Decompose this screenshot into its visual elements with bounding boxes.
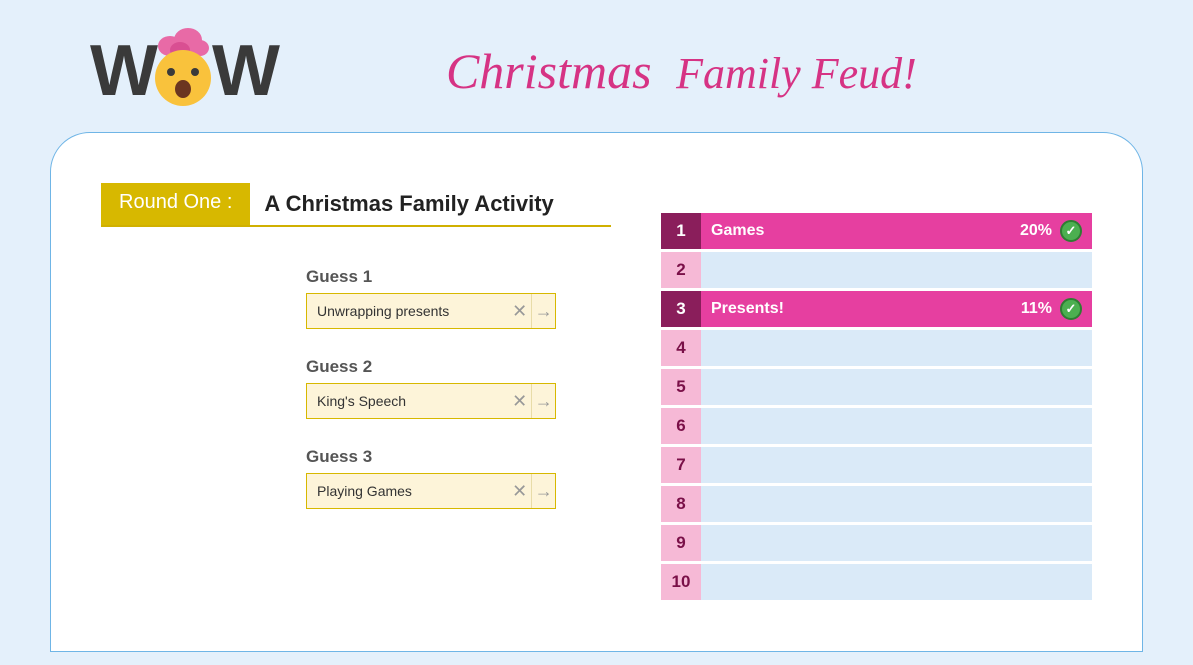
board-row-content — [701, 486, 1092, 522]
guess-input-row: ✕→ — [306, 473, 556, 509]
board-row-content — [701, 564, 1092, 600]
submit-arrow-icon[interactable]: → — [531, 294, 555, 328]
board-row[interactable]: 7 — [661, 447, 1092, 483]
submit-arrow-icon[interactable]: → — [531, 474, 555, 508]
guess-input-row: ✕→ — [306, 293, 556, 329]
board-row[interactable]: 3 Presents!11% ✓ — [661, 291, 1092, 327]
board-row-number: 4 — [661, 330, 701, 366]
round-prompt: A Christmas Family Activity — [250, 183, 567, 225]
wow-logo: W W — [90, 30, 276, 112]
board-answer: Games — [711, 222, 1020, 240]
header: W W Christmas Family Feud! — [0, 0, 1193, 122]
guess-1: Guess 1 ✕→ — [306, 267, 611, 329]
board-row-content — [701, 447, 1092, 483]
board-row-number: 7 — [661, 447, 701, 483]
guess-2: Guess 2 ✕→ — [306, 357, 611, 419]
right-panel: 1 Games20% ✓ 23 Presents!11% ✓ 45678910 — [611, 183, 1092, 611]
board-percent: 20% — [1020, 222, 1052, 240]
clear-icon[interactable]: ✕ — [508, 384, 531, 418]
guess-input-row: ✕→ — [306, 383, 556, 419]
left-panel: Round One : A Christmas Family Activity … — [101, 183, 611, 611]
logo-letter-w2: W — [212, 30, 276, 112]
board-row[interactable]: 9 — [661, 525, 1092, 561]
board-row[interactable]: 6 — [661, 408, 1092, 444]
answer-board: 1 Games20% ✓ 23 Presents!11% ✓ 45678910 — [661, 213, 1092, 600]
board-row-number: 6 — [661, 408, 701, 444]
board-row-number: 10 — [661, 564, 701, 600]
board-row-number: 2 — [661, 252, 701, 288]
board-row-number: 5 — [661, 369, 701, 405]
board-row-content — [701, 330, 1092, 366]
board-row-number: 3 — [661, 291, 701, 327]
board-row[interactable]: 4 — [661, 330, 1092, 366]
board-row[interactable]: 10 — [661, 564, 1092, 600]
round-badge: Round One : — [101, 183, 250, 225]
board-answer: Presents! — [711, 300, 1021, 318]
guess-label: Guess 3 — [306, 447, 611, 467]
board-row-content: Presents!11% ✓ — [701, 291, 1092, 327]
guess-input[interactable] — [307, 474, 508, 508]
game-card: Round One : A Christmas Family Activity … — [50, 132, 1143, 652]
submit-arrow-icon[interactable]: → — [531, 384, 555, 418]
board-row[interactable]: 5 — [661, 369, 1092, 405]
title-sub: Family Feud! — [676, 49, 917, 98]
checkmark-icon: ✓ — [1060, 298, 1082, 320]
board-row-content — [701, 408, 1092, 444]
clear-icon[interactable]: ✕ — [508, 474, 531, 508]
title-main: Christmas — [446, 43, 652, 99]
board-row-number: 8 — [661, 486, 701, 522]
guess-input[interactable] — [307, 384, 508, 418]
guess-3: Guess 3 ✕→ — [306, 447, 611, 509]
guess-label: Guess 2 — [306, 357, 611, 377]
board-row[interactable]: 2 — [661, 252, 1092, 288]
board-percent: 11% — [1021, 300, 1052, 318]
guess-label: Guess 1 — [306, 267, 611, 287]
guess-input[interactable] — [307, 294, 508, 328]
game-title: Christmas Family Feud! — [446, 42, 917, 100]
checkmark-icon: ✓ — [1060, 220, 1082, 242]
logo-letter-w1: W — [90, 30, 154, 112]
board-row[interactable]: 1 Games20% ✓ — [661, 213, 1092, 249]
board-row-content — [701, 525, 1092, 561]
board-row-number: 9 — [661, 525, 701, 561]
board-row-content — [701, 252, 1092, 288]
round-header: Round One : A Christmas Family Activity — [101, 183, 611, 227]
clear-icon[interactable]: ✕ — [508, 294, 531, 328]
exploding-head-emoji-icon — [148, 36, 218, 106]
board-row-content: Games20% ✓ — [701, 213, 1092, 249]
board-row[interactable]: 8 — [661, 486, 1092, 522]
guesses-list: Guess 1✕→Guess 2✕→Guess 3✕→ — [101, 267, 611, 509]
board-row-number: 1 — [661, 213, 701, 249]
board-row-content — [701, 369, 1092, 405]
